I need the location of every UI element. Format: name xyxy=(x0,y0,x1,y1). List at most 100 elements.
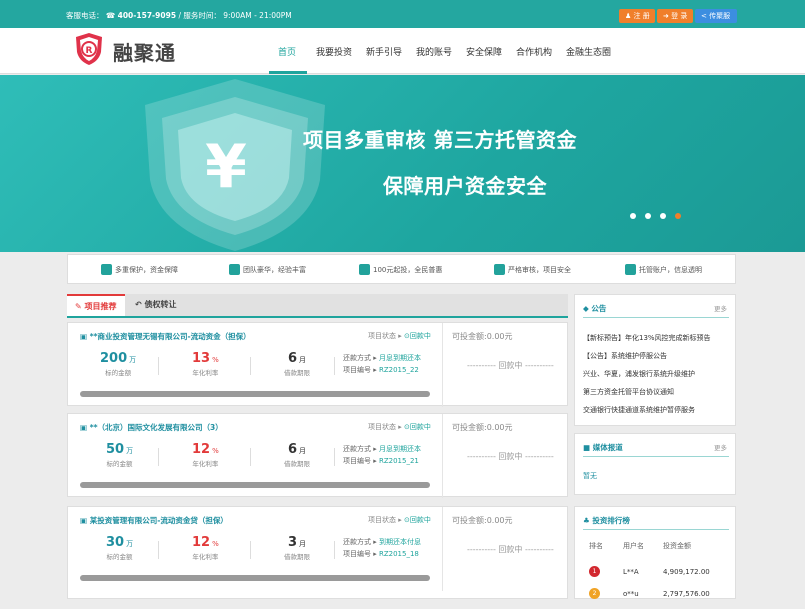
service-hours: 9:00AM - 21:00PM xyxy=(223,11,292,20)
rank-amount: 4,909,172.00 xyxy=(663,568,710,576)
card-divider xyxy=(442,507,443,591)
notice-item[interactable]: 第三方资金托管平台协议通知 xyxy=(583,387,674,397)
users-icon xyxy=(359,264,370,275)
nav-security[interactable]: 安全保障 xyxy=(466,45,502,58)
image-icon: ▣ xyxy=(80,332,90,341)
contact-info: 客服电话： ☎ 400-157-9095 / 服务时间： 9:00AM - 21… xyxy=(66,10,292,21)
metric-separator xyxy=(250,357,251,375)
share-button[interactable]: < 传聚服 xyxy=(695,9,737,23)
repay-info: 还款方式 ▸ 月息到期还本 项目编号 ▸ RZ2015_22 xyxy=(343,354,421,374)
shield-yuan-icon: ¥ xyxy=(145,79,325,251)
notice-more-link[interactable]: 更多 xyxy=(714,303,727,313)
feature-item: 多重保护，资金保障 xyxy=(101,264,178,275)
project-title[interactable]: ▣ **商业投资管理无锡有限公司-流动资金（担保） xyxy=(80,331,251,342)
feature-item: 托管账户，信息透明 xyxy=(625,264,702,275)
metric-separator xyxy=(158,357,159,375)
metric-separator xyxy=(158,541,159,559)
phone-label: 客服电话： xyxy=(66,11,104,20)
repaying-status: ---------- 回款中 ---------- xyxy=(467,452,554,461)
tab-debt-transfer[interactable]: ↶ 债权转让 xyxy=(127,294,185,316)
notice-item[interactable]: 交通银行快捷通道系统维护暂停服务 xyxy=(583,405,695,415)
nav-invest[interactable]: 我要投资 xyxy=(316,45,352,58)
slide-dot-4[interactable] xyxy=(675,213,681,219)
top-bar: 客服电话： ☎ 400-157-9095 / 服务时间： 9:00AM - 21… xyxy=(0,0,805,28)
project-amount: 30 万标的金额 xyxy=(106,535,134,561)
svg-text:¥: ¥ xyxy=(205,132,247,202)
notice-item[interactable]: 【新标预告】年化13%风控完成新标预告 xyxy=(583,333,711,343)
edit-icon: ✎ xyxy=(75,302,85,311)
repay-info: 还款方式 ▸ 月息到期还本 项目编号 ▸ RZ2015_21 xyxy=(343,445,421,465)
project-title[interactable]: ▣ **（北京）国际文化发展有限公司（3） xyxy=(80,422,223,433)
metric-separator xyxy=(334,448,335,466)
metric-separator xyxy=(334,541,335,559)
hours-label: / 服务时间： xyxy=(178,11,221,20)
logo-text[interactable]: 融聚通 xyxy=(113,37,176,66)
available-amount: 可投金额:0.00元 xyxy=(452,332,513,341)
repay-info: 还款方式 ▸ 到期还本付息 项目编号 ▸ RZ2015_18 xyxy=(343,538,421,558)
card-icon xyxy=(625,264,636,275)
share-icon: < xyxy=(701,12,710,20)
notice-item[interactable]: 【公告】系统维护停服公告 xyxy=(583,351,667,361)
register-button[interactable]: ♟ 注 册 xyxy=(619,9,655,23)
project-status: 项目状态 ▸ ⊙回款中 xyxy=(368,332,431,340)
project-term: 6 月借款期限 xyxy=(284,442,310,468)
hero-banner[interactable]: ¥ 项目多重审核 第三方托管资金 保障用户资金安全 xyxy=(0,75,805,252)
nav-partners[interactable]: 合作机构 xyxy=(516,45,552,58)
panel-rule xyxy=(583,317,729,318)
media-empty: 暂无 xyxy=(583,472,597,480)
login-icon: ➜ xyxy=(663,12,672,20)
login-button[interactable]: ➜ 登 录 xyxy=(657,9,693,23)
feature-item: 团队豪华，经验丰富 xyxy=(229,264,306,275)
panel-rule xyxy=(583,456,729,457)
project-status: 项目状态 ▸ ⊙回款中 xyxy=(368,423,431,431)
project-tabs: ✎ 项目推荐 ↶ 债权转让 xyxy=(67,294,568,318)
project-card[interactable]: ▣ 某投资管理有限公司-流动资金贷（担保） 项目状态 ▸ ⊙回款中 可投金额:0… xyxy=(67,506,568,599)
return-arrow-icon: ↶ xyxy=(135,300,145,309)
nav-account[interactable]: 我的账号 xyxy=(416,45,452,58)
project-status: 项目状态 ▸ ⊙回款中 xyxy=(368,516,431,524)
ranking-panel: ♣ 投资排行榜 排名 用户名 投资金额 1 L**A 4,909,172.00 … xyxy=(574,506,736,599)
logo-shield-icon[interactable]: R xyxy=(75,32,103,66)
card-divider xyxy=(442,414,443,498)
users-icon: ♣ xyxy=(583,516,593,525)
shield-icon xyxy=(101,264,112,275)
nav-guide[interactable]: 新手引导 xyxy=(366,45,402,58)
video-icon: ■ xyxy=(583,443,593,452)
tab-recommended[interactable]: ✎ 项目推荐 xyxy=(67,294,125,316)
rank-header-amount: 投资金额 xyxy=(663,542,691,550)
metric-separator xyxy=(250,541,251,559)
notice-title: ◆ 公告 xyxy=(583,304,607,313)
media-panel: ■ 媒体报道 更多 暂无 xyxy=(574,433,736,495)
slide-dot-2[interactable] xyxy=(645,213,651,219)
project-amount: 50 万标的金额 xyxy=(106,442,134,468)
project-term: 6 月借款期限 xyxy=(284,351,310,377)
notice-item[interactable]: 兴业、华夏，浦发银行系统升级维护 xyxy=(583,369,695,379)
rank-medal-1: 1 xyxy=(589,566,600,577)
slide-dot-3[interactable] xyxy=(660,213,666,219)
available-amount: 可投金额:0.00元 xyxy=(452,423,513,432)
banner-headline: 项目多重审核 第三方托管资金 xyxy=(303,128,577,152)
rank-amount: 2,797,576.00 xyxy=(663,590,710,598)
metric-separator xyxy=(158,448,159,466)
banner-subline: 保障用户资金安全 xyxy=(383,174,547,198)
slide-dot-1[interactable] xyxy=(630,213,636,219)
project-rate: 12% 年化利率 xyxy=(192,535,219,561)
nav-home[interactable]: 首页 xyxy=(278,45,296,58)
repaying-status: ---------- 回款中 ---------- xyxy=(467,545,554,554)
project-rate: 12% 年化利率 xyxy=(192,442,219,468)
graduation-cap-icon xyxy=(229,264,240,275)
project-title[interactable]: ▣ 某投资管理有限公司-流动资金贷（担保） xyxy=(80,515,228,526)
project-card[interactable]: ▣ **（北京）国际文化发展有限公司（3） 项目状态 ▸ ⊙回款中 可投金额:0… xyxy=(67,413,568,498)
rank-user: o**u xyxy=(623,590,639,598)
rank-medal-2: 2 xyxy=(589,588,600,599)
progress-bar xyxy=(80,391,430,397)
project-amount: 200 万标的金额 xyxy=(100,351,137,377)
feature-item: 100元起投，全民普惠 xyxy=(359,264,442,275)
feature-item: 严格审核，项目安全 xyxy=(494,264,571,275)
nav-ecosystem[interactable]: 金融生态圈 xyxy=(566,45,611,58)
ranking-title: ♣ 投资排行榜 xyxy=(583,516,630,525)
project-card[interactable]: ▣ **商业投资管理无锡有限公司-流动资金（担保） 项目状态 ▸ ⊙回款中 可投… xyxy=(67,322,568,407)
media-more-link[interactable]: 更多 xyxy=(714,442,727,452)
progress-bar xyxy=(80,482,430,488)
image-icon: ▣ xyxy=(80,423,90,432)
